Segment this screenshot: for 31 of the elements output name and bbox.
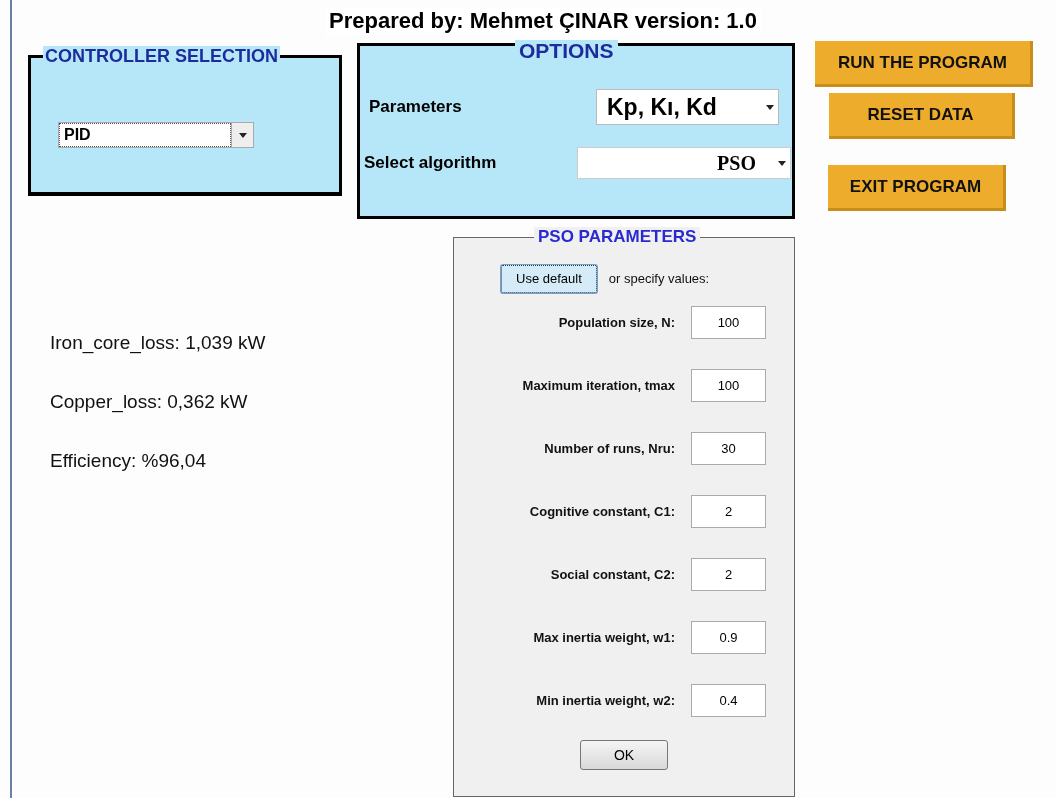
action-button[interactable]: RUN THE PROGRAM [815,41,1033,87]
caret-icon [766,104,774,110]
value-field[interactable]: 2 [691,558,766,591]
use-default-button[interactable]: Use default [501,265,597,293]
field-label: Cognitive constant, C1: [529,502,675,521]
ok-button[interactable]: OK [580,740,668,770]
value-field[interactable]: 30 [691,432,766,465]
value-field[interactable]: 0.4 [691,684,766,717]
parameters-dropdown[interactable]: Kp, Kı, Kd [596,89,779,125]
value-field[interactable]: 0.9 [691,621,766,654]
value-field[interactable]: 100 [691,369,766,402]
result-text: Efficiency: %96,04 [50,450,207,472]
field-label: Select algorithm [364,152,497,175]
field-label: Number of runs, Nru: [544,439,675,458]
caret-icon [238,132,247,138]
controller-dropdown[interactable]: PID [58,122,254,148]
field-label: Population size, N: [558,313,675,332]
field-label: Max inertia weight, w1: [533,628,675,647]
action-button[interactable]: EXIT PROGRAM [828,165,1006,211]
action-button[interactable]: RESET DATA [829,93,1015,139]
field-label: Parameters [369,96,462,119]
field-label: Social constant, C2: [550,565,675,584]
value-field[interactable]: 2 [691,495,766,528]
result-text: Iron_core_loss: 1,039 kW [50,332,267,354]
caret-icon [778,160,786,166]
result-text: Copper_loss: 0,362 kW [50,391,249,413]
hint-text: or specify values: [608,270,710,289]
value-field[interactable]: 100 [691,306,766,339]
field-label: Maximum iteration, tmax [522,376,675,395]
field-label: Min inertia weight, w2: [536,691,675,710]
algorithm-dropdown[interactable]: PSO [577,147,791,179]
